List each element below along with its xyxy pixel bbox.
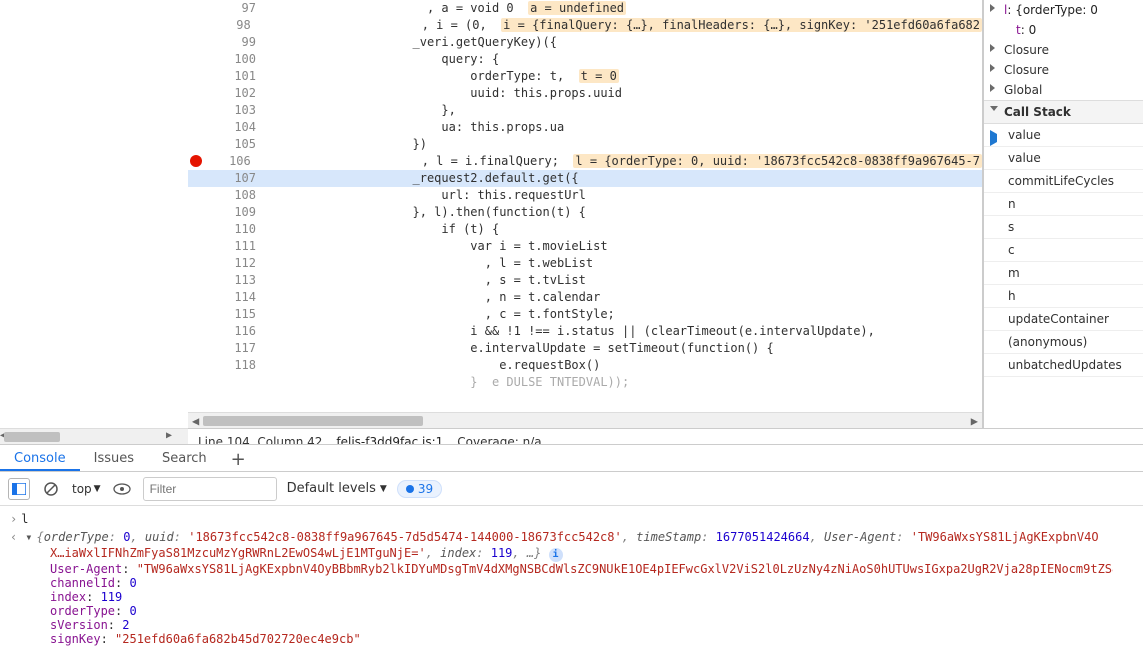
sidebar-toggle-icon[interactable]	[8, 478, 30, 500]
stack-frame-2[interactable]: commitLifeCycles	[984, 170, 1143, 193]
devtools-root: 97 , a = void 0 a = undefined 98 , i = (…	[0, 0, 1143, 658]
stack-frame-0[interactable]: value	[984, 124, 1143, 147]
clear-console-icon[interactable]	[40, 478, 62, 500]
code-line-115[interactable]: 115 , c = t.fontStyle;	[188, 306, 982, 323]
code-line-107[interactable]: 107 _request2.default.get({	[188, 170, 982, 187]
stack-frame-7[interactable]: h	[984, 285, 1143, 308]
code-line-103[interactable]: 103 },	[188, 102, 982, 119]
stack-frame-3[interactable]: n	[984, 193, 1143, 216]
add-tab-button[interactable]: +	[221, 445, 256, 471]
code-line-116[interactable]: 116 i && !1 !== i.status || (clearTimeou…	[188, 323, 982, 340]
code-scroll[interactable]: 97 , a = void 0 a = undefined 98 , i = (…	[188, 0, 982, 412]
stack-frame-6[interactable]: m	[984, 262, 1143, 285]
tab-console[interactable]: Console	[0, 445, 80, 471]
code-line-100[interactable]: 100 query: {	[188, 51, 982, 68]
code-line-102[interactable]: 102 uuid: this.props.uuid	[188, 85, 982, 102]
live-expression-icon[interactable]	[111, 478, 133, 500]
code-line-111[interactable]: 111 var i = t.movieList	[188, 238, 982, 255]
scope-global[interactable]: Global	[984, 80, 1143, 100]
scope-var-t[interactable]: t: 0	[984, 20, 1143, 40]
code-line-112[interactable]: 112 , l = t.webList	[188, 255, 982, 272]
stack-frame-5[interactable]: c	[984, 239, 1143, 262]
code-line-108[interactable]: 108 url: this.requestUrl	[188, 187, 982, 204]
obj-prop-sversion[interactable]: sVersion: 2	[10, 618, 1113, 632]
code-line-109[interactable]: 109 }, l).then(function(t) {	[188, 204, 982, 221]
console-body[interactable]: ›l ‹ ▾ {orderType: 0, uuid: '18673fcc542…	[0, 506, 1143, 650]
stack-frame-9[interactable]: (anonymous)	[984, 331, 1143, 354]
top-panels: 97 , a = void 0 a = undefined 98 , i = (…	[0, 0, 1143, 428]
source-editor: 97 , a = void 0 a = undefined 98 , i = (…	[188, 0, 983, 428]
call-stack-header[interactable]: Call Stack	[984, 100, 1143, 124]
filter-input[interactable]	[143, 477, 277, 501]
issues-badge[interactable]: 39	[397, 480, 442, 498]
stack-frame-10[interactable]: unbatchedUpdates	[984, 354, 1143, 377]
code-line-101[interactable]: 101 orderType: t, t = 0	[188, 68, 982, 85]
code-line-105[interactable]: 105 })	[188, 136, 982, 153]
code-line-97[interactable]: 97 , a = void 0 a = undefined	[188, 0, 982, 17]
file-tree-scrollbar[interactable]: ◀ ▶	[0, 428, 188, 444]
obj-prop-channelid[interactable]: channelId: 0	[10, 576, 1113, 590]
stack-frame-8[interactable]: updateContainer	[984, 308, 1143, 331]
context-selector[interactable]: top ▼	[72, 482, 101, 496]
obj-prop-ordertype[interactable]: orderType: 0	[10, 604, 1113, 618]
info-dot-icon	[406, 485, 414, 493]
breakpoint-icon[interactable]	[190, 155, 202, 167]
stack-frame-4[interactable]: s	[984, 216, 1143, 239]
obj-prop-user-agent[interactable]: User-Agent: "TW96aWxsYS81LjAgKExpbnV4OyB…	[10, 562, 1113, 576]
code-line-98[interactable]: 98 , i = (0, i = {finalQuery: {…}, final…	[188, 17, 982, 34]
obj-prop-signkey[interactable]: signKey: "251efd60a6fa682b45d702720ec4e9…	[10, 632, 1113, 646]
log-levels-selector[interactable]: Default levels ▼	[287, 481, 387, 496]
console-input-line[interactable]: ›l	[10, 510, 1113, 528]
code-line-104[interactable]: 104 ua: this.props.ua	[188, 119, 982, 136]
console-toolbar: top ▼ Default levels ▼ 39	[0, 472, 1143, 506]
debugger-sidebar: l: {orderType: 0 t: 0 Closure Closure Gl…	[983, 0, 1143, 428]
scope-closure-2[interactable]: Closure	[984, 60, 1143, 80]
tab-issues[interactable]: Issues	[80, 445, 148, 471]
code-line-113[interactable]: 113 , s = t.tvList	[188, 272, 982, 289]
console-object-preview[interactable]: ‹ ▾ {orderType: 0, uuid: '18673fcc542c8-…	[10, 528, 1113, 546]
code-line-99[interactable]: 99 _veri.getQueryKey)({	[188, 34, 982, 51]
obj-prop-index[interactable]: index: 119	[10, 590, 1113, 604]
code-line-110[interactable]: 110 if (t) {	[188, 221, 982, 238]
scope-var-l[interactable]: l: {orderType: 0	[984, 0, 1143, 20]
code-line-118[interactable]: 118 e.requestBox()	[188, 357, 982, 374]
drawer-tabs: Console Issues Search +	[0, 444, 1143, 472]
code-line-106[interactable]: 106 , l = i.finalQuery; l = {orderType: …	[188, 153, 982, 170]
code-horizontal-scrollbar[interactable]: ◀ ▶	[188, 412, 982, 428]
code-line-117[interactable]: 117 e.intervalUpdate = setTimeout(functi…	[188, 340, 982, 357]
code-line-114[interactable]: 114 , n = t.calendar	[188, 289, 982, 306]
scope-closure-1[interactable]: Closure	[984, 40, 1143, 60]
tab-search[interactable]: Search	[148, 445, 221, 471]
code-line-119[interactable]: } e DULSE TNTEDVAL));	[188, 374, 982, 391]
stack-frame-1[interactable]: value	[984, 147, 1143, 170]
info-icon[interactable]: i	[549, 548, 563, 562]
